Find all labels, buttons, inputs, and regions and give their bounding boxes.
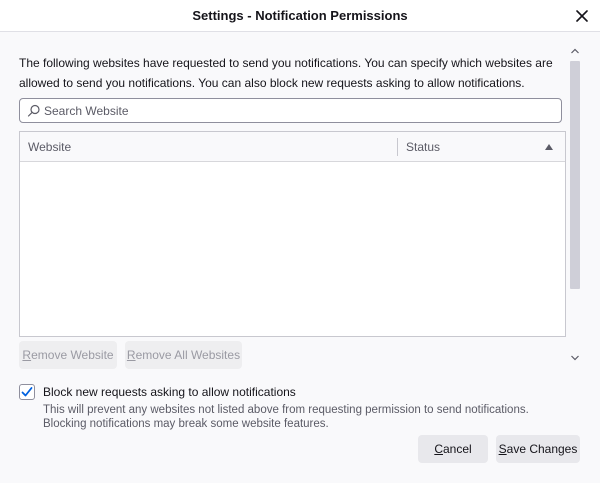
close-button[interactable] [572,6,592,26]
table-header: Website Status [20,132,565,162]
block-requests-checkbox[interactable] [19,384,35,400]
column-divider[interactable] [397,138,398,156]
scrollable-content[interactable]: The following websites have requested to… [0,33,600,361]
scroll-up-arrow-icon[interactable] [571,48,579,54]
vertical-scrollbar[interactable] [568,43,582,361]
remove-website-label: Remove Website [22,348,114,362]
dialog-title: Settings - Notification Permissions [192,8,408,23]
search-box[interactable] [19,98,562,123]
block-requests-label[interactable]: Block new requests asking to allow notif… [43,385,296,399]
search-input[interactable] [44,101,554,120]
search-icon [27,104,40,117]
cancel-button[interactable]: Cancel [418,435,488,463]
remove-all-websites-button[interactable]: Remove All Websites [125,341,242,369]
column-header-website[interactable]: Website [28,132,388,162]
title-bar: Settings - Notification Permissions [0,0,600,32]
checkmark-icon [21,387,33,397]
remove-all-websites-label: Remove All Websites [126,348,241,362]
intro-text: The following websites have requested to… [19,56,553,90]
dialog-window: Settings - Notification Permissions The … [0,0,600,483]
remove-website-button[interactable]: Remove Website [19,341,117,369]
column-header-status[interactable]: Status [406,132,556,162]
scroll-down-arrow-icon[interactable] [571,355,579,361]
block-requests-description: This will prevent any websites not liste… [43,404,529,430]
close-icon [576,10,588,22]
scrollbar-thumb[interactable] [570,61,580,289]
sort-ascending-icon [545,144,553,150]
websites-table: Website Status [19,131,566,337]
save-changes-label: Save Changes [498,442,578,456]
cancel-label: Cancel [434,442,472,456]
save-changes-button[interactable]: Save Changes [496,435,580,463]
